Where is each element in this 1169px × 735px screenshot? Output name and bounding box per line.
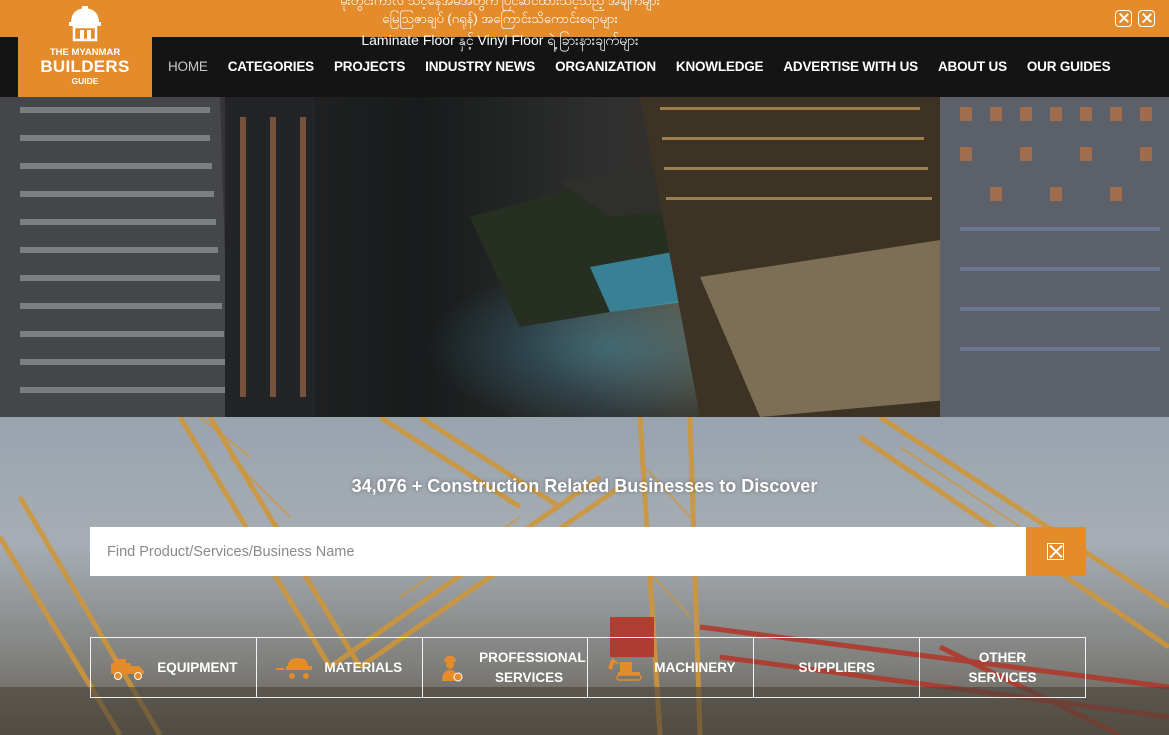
- category-suppliers[interactable]: SUPPLIERS: [754, 638, 921, 697]
- category-machinery[interactable]: MACHINERY: [588, 638, 755, 697]
- ticker-prev-icon[interactable]: [1115, 10, 1132, 27]
- nav-projects[interactable]: PROJECTS: [334, 59, 405, 74]
- logo-line-2: BUILDERS: [40, 57, 130, 76]
- ticker-lines: မိုးတွင်းကာလ သင့်နေအိမ်အတွက် ပြင်ဆင်ထားသ…: [280, 0, 720, 28]
- main-nav: HOME CATEGORIES PROJECTS INDUSTRY NEWS O…: [168, 59, 1130, 74]
- category-label: PROFESSIONAL SERVICES: [479, 649, 586, 685]
- nav-categories[interactable]: CATEGORIES: [228, 59, 314, 74]
- nav-about-us[interactable]: ABOUT US: [938, 59, 1007, 74]
- nav-knowledge[interactable]: KNOWLEDGE: [676, 59, 764, 74]
- ticker-line[interactable]: မိုးတွင်းကာလ သင့်နေအိမ်အတွက် ပြင်ဆင်ထားသ…: [280, 0, 720, 10]
- category-professional-services[interactable]: PROFESSIONAL SERVICES: [423, 638, 589, 697]
- hero-image-city: [0, 97, 1169, 417]
- search-icon: [1047, 543, 1064, 560]
- ticker-line[interactable]: မြေဩဇာချပ် (ဂရုန်) အကြောင်းသိကောင်းစရာမျ…: [280, 10, 720, 28]
- search-button[interactable]: [1026, 527, 1086, 576]
- ticker-next-icon[interactable]: [1138, 10, 1155, 27]
- nav-our-guides[interactable]: OUR GUIDES: [1027, 59, 1111, 74]
- category-label: OTHER SERVICES: [968, 649, 1037, 685]
- nav-home[interactable]: HOME: [168, 59, 208, 74]
- category-other-services[interactable]: OTHER SERVICES: [920, 638, 1085, 697]
- category-label: MACHINERY: [654, 659, 736, 675]
- search-input[interactable]: [90, 527, 1026, 576]
- category-tiles: EQUIPMENT MATERIALS PROFESSIONAL SERVICE…: [90, 637, 1086, 698]
- category-label: MATERIALS: [324, 659, 403, 675]
- worker-icon: [442, 655, 463, 681]
- category-label: SUPPLIERS: [798, 659, 875, 675]
- excavator-icon: [608, 657, 643, 681]
- nav-advertise[interactable]: ADVERTISE WITH US: [783, 59, 918, 74]
- nav-organization[interactable]: ORGANIZATION: [555, 59, 656, 74]
- hero-headline: 34,076 + Construction Related Businesses…: [351, 476, 818, 496]
- category-equipment[interactable]: EQUIPMENT: [91, 638, 257, 697]
- logo-line-3: GUIDE: [71, 76, 99, 86]
- main-navbar: Laminate Floor နှင့် Vinyl Floor ရဲ့ ခြာ…: [0, 32, 1169, 97]
- site-logo[interactable]: THE MYANMAR BUILDERS GUIDE: [18, 0, 152, 97]
- helmet-icon: [69, 6, 101, 42]
- truck-icon: [111, 658, 145, 680]
- materials-icon: [276, 657, 313, 679]
- nav-industry-news[interactable]: INDUSTRY NEWS: [425, 59, 535, 74]
- ticker-line[interactable]: Laminate Floor နှင့် Vinyl Floor ရဲ့ ခြာ…: [300, 31, 700, 52]
- category-label: EQUIPMENT: [157, 659, 238, 675]
- category-materials[interactable]: MATERIALS: [257, 638, 423, 697]
- ticker-controls: [1115, 10, 1155, 27]
